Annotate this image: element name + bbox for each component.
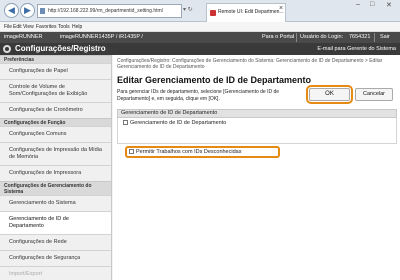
browser-toolbar: ◀ ▶ http://192.168.222.99/rm_departmenti…	[0, 0, 400, 22]
menu-help[interactable]: Help	[72, 24, 82, 30]
sidebar-item-timer[interactable]: Configurações de Cronômetro	[0, 102, 111, 118]
model-name: imageRUNNER1435P / iR1435P /	[60, 34, 143, 40]
menu-view[interactable]: View	[23, 24, 34, 30]
section-heading: Gerenciamento de ID de Departamento	[117, 109, 397, 118]
browser-menu-bar: File Edit View Favorites Tools Help	[0, 22, 400, 32]
allow-unknown-id-checkbox-row[interactable]: Permitir Trabalhos com IDs Desconhecidas	[129, 149, 241, 156]
sidebar-heading-system: Configurações de Gerenciamento do Sistem…	[0, 181, 111, 195]
sidebar-item-department-id[interactable]: Gerenciamento de ID de Departamento	[0, 211, 111, 234]
page-title: Editar Gerenciamento de ID de Departamen…	[117, 75, 312, 85]
sidebar-item-system-management[interactable]: Gerenciamento do Sistema	[0, 195, 111, 211]
menu-edit[interactable]: Edit	[13, 24, 22, 30]
sidebar-item-common[interactable]: Configurações Comuns	[0, 126, 111, 142]
portal-link[interactable]: Para o Portal	[262, 34, 294, 40]
breadcrumb: Configurações/Registro: Configurações de…	[117, 58, 383, 70]
product-name: imageRUNNER	[4, 34, 43, 40]
menu-file[interactable]: File	[4, 24, 12, 30]
tab-favicon-icon	[210, 10, 216, 16]
refresh-icon[interactable]: ▾ ↻	[183, 6, 193, 13]
sidebar-item-network[interactable]: Configurações de Rede	[0, 234, 111, 250]
settings-icon	[3, 45, 11, 53]
page-description: Para gerenciar IDs de departamento, sele…	[117, 89, 280, 102]
department-id-management-checkbox-row[interactable]: Gerenciamento de ID de Departamento	[123, 120, 226, 127]
menu-tools[interactable]: Tools	[58, 24, 70, 30]
minimize-icon[interactable]: –	[356, 1, 360, 8]
sidebar-item-paper[interactable]: Configurações de Papel	[0, 63, 111, 79]
allow-unknown-id-label: Permitir Trabalhos com IDs Desconhecidas	[136, 149, 242, 155]
app-title: Configurações/Registro	[15, 44, 106, 53]
allow-unknown-id-checkbox[interactable]	[129, 149, 134, 155]
browser-tab[interactable]: Remote UI: Edit Departmen...	[206, 3, 286, 22]
department-id-management-checkbox[interactable]	[123, 120, 128, 126]
mail-admin-link[interactable]: E-mail para Gerente do Sistema	[317, 46, 396, 52]
logout-link[interactable]: Sair	[380, 34, 390, 40]
menu-favorites[interactable]: Favorites	[36, 24, 57, 30]
sidebar-item-volume-display[interactable]: Controle de Volume de Som/Configurações …	[0, 79, 111, 102]
sidebar-heading-preferences: Preferências	[0, 55, 111, 63]
department-id-management-label: Gerenciamento de ID de Departamento	[130, 120, 227, 126]
sidebar: Preferências Configurações de Papel Cont…	[0, 55, 112, 280]
app-header: Configurações/Registro E-mail para Geren…	[0, 43, 400, 55]
page-icon	[40, 8, 45, 14]
login-user-value: 7654321	[349, 34, 371, 40]
back-icon[interactable]: ◀	[4, 3, 19, 18]
window-close-icon[interactable]: ✕	[386, 1, 392, 9]
forward-icon[interactable]: ▶	[20, 3, 35, 18]
cancel-button[interactable]: Cancelar	[355, 88, 393, 101]
sidebar-item-security[interactable]: Configurações de Segurança	[0, 250, 111, 266]
device-header: imageRUNNER imageRUNNER1435P / iR1435P /…	[0, 32, 400, 43]
sidebar-item-memory-media[interactable]: Configurações de Impressão da Mídia de M…	[0, 142, 111, 165]
sidebar-item-printer[interactable]: Configurações de Impressora	[0, 165, 111, 181]
sidebar-item-import-export[interactable]: Import/Export	[0, 266, 111, 280]
maximize-icon[interactable]: □	[370, 1, 374, 8]
login-user-label: Usuário do Login:	[300, 34, 344, 40]
ok-button[interactable]: OK	[306, 85, 353, 104]
tab-close-icon[interactable]: ×	[279, 5, 283, 12]
tab-title: Remote UI: Edit Departmen...	[218, 9, 284, 15]
address-text: http://192.168.222.99/rm_departmentid_se…	[48, 8, 163, 14]
address-bar[interactable]: http://192.168.222.99/rm_departmentid_se…	[37, 4, 182, 18]
sidebar-heading-function: Configurações de Função	[0, 118, 111, 126]
main-content: Configurações/Registro: Configurações de…	[113, 55, 400, 280]
